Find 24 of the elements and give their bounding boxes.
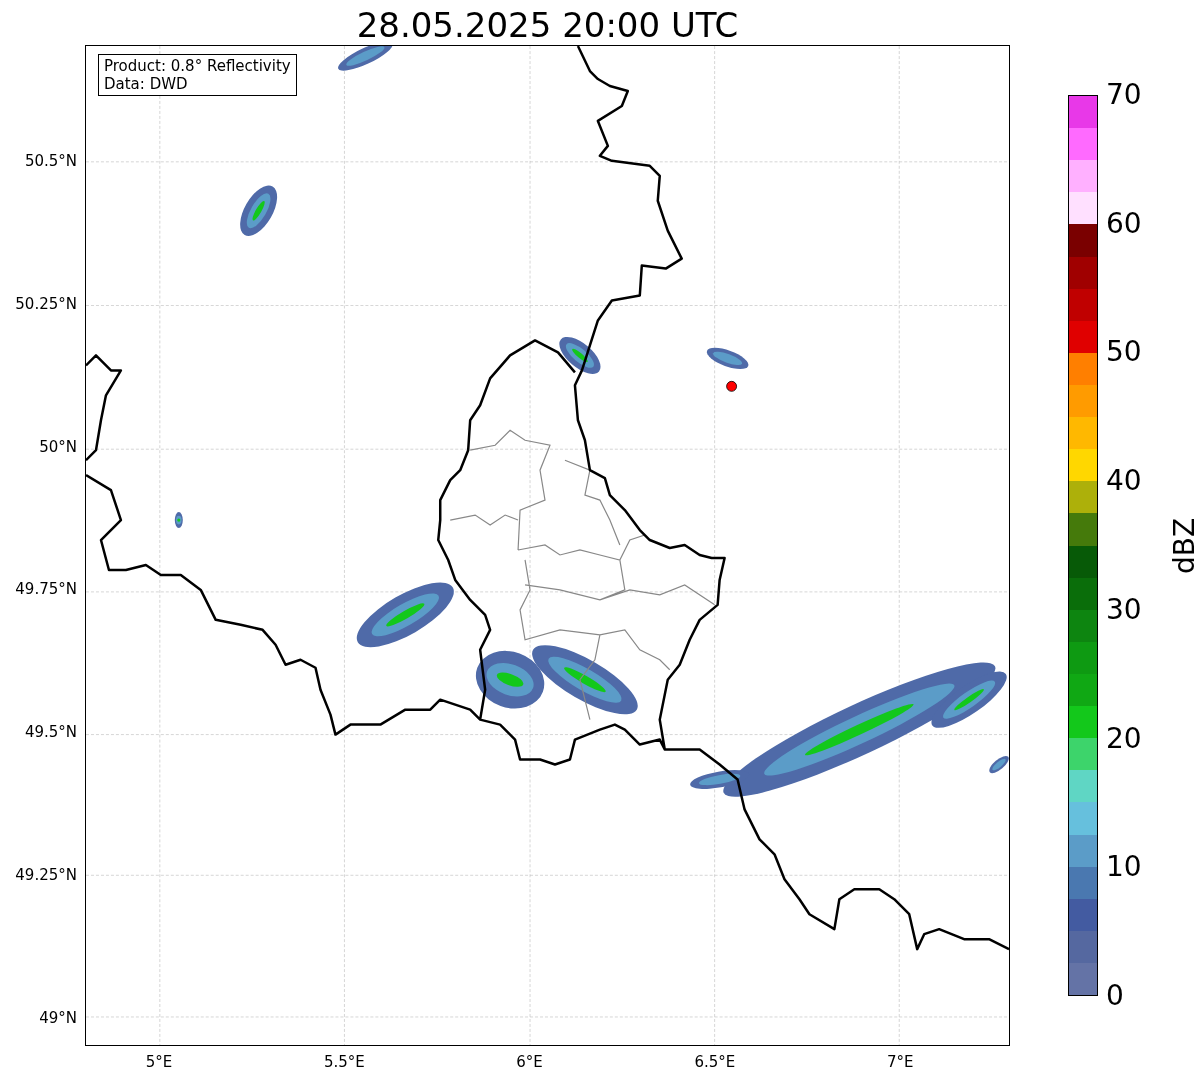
longitude-label: 6.5°E [694,1053,736,1071]
colorbar-tick-label: 20 [1106,722,1142,755]
colorbar-tick-label: 40 [1106,465,1142,498]
colorbar-label: dBZ [1169,517,1201,574]
latitude-label: 49°N [39,1008,77,1027]
colorbar-tick-label: 30 [1106,593,1142,626]
colorbar-tick-label: 10 [1106,851,1142,884]
colorbar-tick-label: 50 [1106,336,1142,369]
colorbar-tick-label: 70 [1106,79,1142,111]
colorbar-tick-label: 60 [1106,207,1142,240]
chart-title: 28.05.2025 20:00 UTC [356,5,739,45]
latitude-label: 50.25°N [15,294,77,313]
latitude-label: 49.25°N [15,866,77,884]
info-text: Product: 0.8° Reflectivity [104,57,291,75]
latitude-label: 49.5°N [24,723,77,742]
colorbar-tick-label: 0 [1106,979,1124,1012]
longitude-label: 5.5°E [323,1053,365,1071]
latitude-label: 50°N [39,437,77,456]
longitude-label: 7°E [886,1053,914,1071]
longitude-label: 6°E [516,1053,543,1071]
longitude-label: 5°E [145,1053,173,1071]
info-text: Data: DWD [104,75,189,93]
latitude-label: 50.5°N [24,152,77,170]
latitude-label: 49.75°N [15,580,77,599]
